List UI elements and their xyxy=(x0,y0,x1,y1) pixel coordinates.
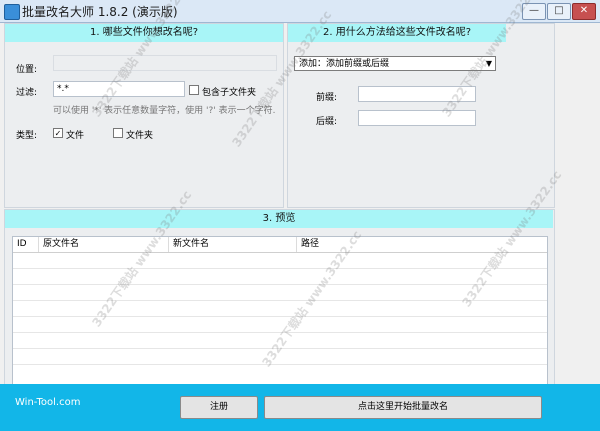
row-line xyxy=(13,364,547,365)
type-folder-label: 文件夹 xyxy=(126,131,154,141)
section3-header: 3. 预览 xyxy=(5,210,553,228)
row-line xyxy=(13,348,547,349)
footer-bar: Win-Tool.com 注册 点击这里开始批量改名 xyxy=(0,384,600,431)
location-label: 位置: xyxy=(16,65,38,75)
row-line xyxy=(13,300,547,301)
type-file-label: 文件 xyxy=(66,131,85,141)
maximize-button[interactable]: □ xyxy=(547,3,571,20)
type-folder-checkbox[interactable] xyxy=(113,128,123,138)
row-line xyxy=(13,284,547,285)
row-line xyxy=(13,268,547,269)
title-bar: 批量改名大师 1.8.2 (演示版) — □ ✕ xyxy=(0,0,600,23)
header-divider xyxy=(13,252,547,253)
register-button[interactable]: 注册 xyxy=(180,396,258,419)
prefix-label: 前缀: xyxy=(316,93,338,103)
location-input[interactable] xyxy=(53,55,277,71)
brand-link[interactable]: Win-Tool.com xyxy=(15,397,80,408)
filter-label: 过滤: xyxy=(16,88,38,98)
column-header-path[interactable]: 路径 xyxy=(297,237,547,252)
include-subfolders-label: 包含子文件夹 xyxy=(202,88,257,98)
filter-input[interactable]: *.* xyxy=(53,81,185,97)
preview-table[interactable]: ID 原文件名 新文件名 路径 xyxy=(12,236,548,386)
type-file-checkbox[interactable]: ✓ xyxy=(53,128,63,138)
section2-header: 2. 用什么方法给这些文件改名呢? xyxy=(288,24,506,42)
section-preview: 3. 预览 ID 原文件名 新文件名 路径 xyxy=(4,209,555,386)
row-line xyxy=(13,316,547,317)
column-header-original[interactable]: 原文件名 xyxy=(39,237,169,252)
window-title: 批量改名大师 1.8.2 (演示版) xyxy=(22,5,178,19)
method-select[interactable]: 添加：添加前缀或后缀 ▼ xyxy=(294,56,496,71)
column-header-id[interactable]: ID xyxy=(13,237,39,252)
prefix-input[interactable] xyxy=(358,86,476,102)
section-file-selection: 1. 哪些文件你想改名呢? 位置: 过滤: *.* 包含子文件夹 可以使用 '*… xyxy=(4,23,284,208)
row-line xyxy=(13,332,547,333)
app-icon xyxy=(4,4,20,20)
suffix-label: 后缀: xyxy=(316,117,338,127)
section-rename-method: 2. 用什么方法给这些文件改名呢? 添加：添加前缀或后缀 ▼ 前缀: 后缀: xyxy=(287,23,555,208)
dropdown-arrow-icon: ▼ xyxy=(485,59,492,68)
section1-header: 1. 哪些文件你想改名呢? xyxy=(5,24,283,42)
start-rename-button[interactable]: 点击这里开始批量改名 xyxy=(264,396,542,419)
type-label: 类型: xyxy=(16,131,38,141)
filter-hint: 可以使用 '*' 表示任意数量字符，使用 '?' 表示一个字符. xyxy=(53,106,276,116)
suffix-input[interactable] xyxy=(358,110,476,126)
column-header-new[interactable]: 新文件名 xyxy=(169,237,297,252)
minimize-button[interactable]: — xyxy=(522,3,546,20)
include-subfolders-checkbox[interactable] xyxy=(189,85,199,95)
close-button[interactable]: ✕ xyxy=(572,3,596,20)
method-select-value: 添加：添加前缀或后缀 xyxy=(299,59,390,69)
